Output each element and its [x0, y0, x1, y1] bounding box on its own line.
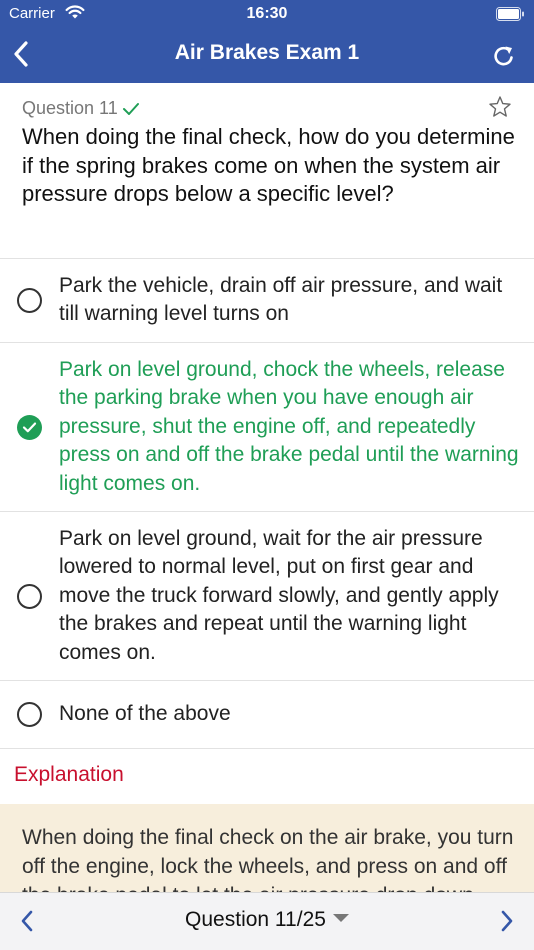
bottom-toolbar: Question 11/25 — [0, 892, 534, 950]
explanation-panel: When doing the final check on the air br… — [0, 804, 534, 893]
star-icon — [489, 96, 511, 117]
answer-option-4[interactable]: None of the above — [0, 681, 534, 749]
bookmark-button[interactable] — [488, 95, 516, 123]
next-question-button[interactable] — [492, 906, 522, 936]
radio-unchecked-icon — [17, 584, 42, 609]
answer-option-1[interactable]: Park the vehicle, drain off air pressure… — [0, 259, 534, 343]
battery-icon — [496, 7, 525, 26]
question-picker[interactable]: Question 11/25 — [0, 908, 534, 932]
radio-unchecked-icon — [17, 702, 42, 727]
question-progress-label: Question 11/25 — [185, 908, 326, 931]
answer-option-text: Park the vehicle, drain off air pressure… — [59, 274, 503, 326]
answer-option-text: Park on level ground, chock the wheels, … — [59, 358, 519, 495]
caret-down-icon — [332, 914, 349, 922]
refresh-icon — [494, 46, 513, 66]
back-button[interactable] — [6, 36, 36, 72]
status-bar: Carrier 16:30 — [0, 0, 534, 28]
radio-checked-icon — [17, 415, 42, 440]
checkmark-icon — [122, 102, 139, 115]
answer-option-2[interactable]: Park on level ground, chock the wheels, … — [0, 343, 534, 512]
question-card: Question 11 When doing the final check, … — [0, 83, 534, 259]
checkmark-icon — [22, 422, 37, 433]
question-number: Question 11 — [22, 98, 140, 119]
radio-unchecked-icon — [17, 288, 42, 313]
refresh-button[interactable] — [488, 40, 520, 72]
question-number-label: Question 11 — [22, 98, 118, 118]
status-time: 16:30 — [246, 5, 288, 22]
question-text: When doing the final check, how do you d… — [22, 124, 515, 206]
answer-option-3[interactable]: Park on level ground, wait for the air p… — [0, 512, 534, 681]
answer-option-text: None of the above — [59, 702, 231, 725]
chevron-left-icon — [14, 41, 28, 67]
chevron-right-icon — [501, 910, 513, 932]
page-title: Air Brakes Exam 1 — [174, 41, 360, 64]
answer-option-text: Park on level ground, wait for the air p… — [59, 527, 499, 664]
app-header: Carrier 16:30 Air Brakes Exam 1 — [0, 0, 534, 83]
explanation-text: When doing the final check on the air br… — [22, 826, 514, 893]
navigation-bar: Air Brakes Exam 1 — [0, 28, 534, 83]
explanation-heading: Explanation — [14, 763, 124, 786]
